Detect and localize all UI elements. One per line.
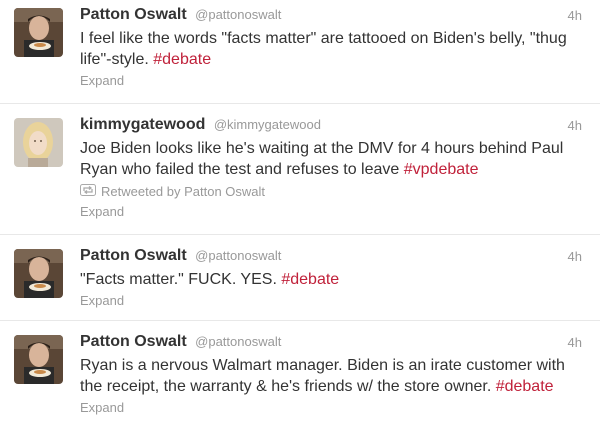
tweet[interactable]: Patton Oswalt @pattonoswalt 4h Ryan is a… xyxy=(0,321,600,426)
tweet[interactable]: kimmygatewood @kimmygatewood 4h Joe Bide… xyxy=(0,104,600,235)
tweet-text: I feel like the words "facts matter" are… xyxy=(80,28,590,70)
expand-link[interactable]: Expand xyxy=(80,204,590,219)
tweet-username[interactable]: @kimmygatewood xyxy=(214,117,321,132)
hashtag-link[interactable]: #debate xyxy=(153,51,211,68)
hashtag-link[interactable]: #debate xyxy=(281,271,339,288)
tweet-timeline: Patton Oswalt @pattonoswalt 4h I feel li… xyxy=(0,0,600,426)
tweet-timestamp[interactable]: 4h xyxy=(568,8,582,23)
tweet-fullname[interactable]: Patton Oswalt xyxy=(80,333,187,350)
hashtag-link[interactable]: #debate xyxy=(496,378,554,395)
retweeted-by-label[interactable]: Retweeted by Patton Oswalt xyxy=(101,184,265,199)
expand-link[interactable]: Expand xyxy=(80,293,590,308)
avatar[interactable] xyxy=(14,118,63,167)
tweet-timestamp[interactable]: 4h xyxy=(568,118,582,133)
avatar[interactable] xyxy=(14,8,63,57)
tweet-fullname[interactable]: kimmygatewood xyxy=(80,116,205,133)
avatar[interactable] xyxy=(14,249,63,298)
expand-link[interactable]: Expand xyxy=(80,400,590,415)
tweet-text: Joe Biden looks like he's waiting at the… xyxy=(80,138,590,180)
tweet-text-body: Joe Biden looks like he's waiting at the… xyxy=(80,140,564,178)
expand-link[interactable]: Expand xyxy=(80,73,590,88)
retweeted-by: Retweeted by Patton Oswalt xyxy=(80,182,590,201)
tweet-text-body: Ryan is a nervous Walmart manager. Biden… xyxy=(80,357,565,395)
tweet-fullname[interactable]: Patton Oswalt xyxy=(80,247,187,264)
tweet[interactable]: Patton Oswalt @pattonoswalt 4h "Facts ma… xyxy=(0,235,600,321)
hashtag-link[interactable]: #vpdebate xyxy=(404,161,479,178)
tweet-timestamp[interactable]: 4h xyxy=(568,335,582,350)
tweet[interactable]: Patton Oswalt @pattonoswalt 4h I feel li… xyxy=(0,0,600,104)
tweet-username[interactable]: @pattonoswalt xyxy=(195,334,281,349)
tweet-username[interactable]: @pattonoswalt xyxy=(195,248,281,263)
retweet-icon xyxy=(80,184,96,199)
tweet-timestamp[interactable]: 4h xyxy=(568,249,582,264)
tweet-fullname[interactable]: Patton Oswalt xyxy=(80,6,187,23)
tweet-text-body: "Facts matter." FUCK. YES. xyxy=(80,271,282,288)
tweet-username[interactable]: @pattonoswalt xyxy=(195,7,281,22)
avatar[interactable] xyxy=(14,335,63,384)
tweet-text: "Facts matter." FUCK. YES. #debate xyxy=(80,269,590,290)
tweet-text: Ryan is a nervous Walmart manager. Biden… xyxy=(80,355,590,397)
